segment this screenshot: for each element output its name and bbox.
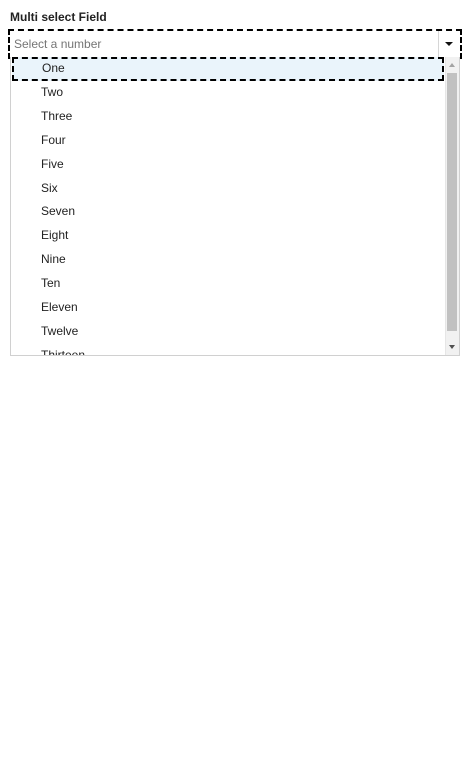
option-label: Eight [41, 228, 69, 243]
option-five[interactable]: Five [11, 153, 445, 177]
option-eight[interactable]: Eight [11, 224, 445, 248]
option-four[interactable]: Four [11, 129, 445, 153]
option-six[interactable]: Six [11, 177, 445, 201]
scrollbar-thumb[interactable] [447, 73, 457, 331]
option-label: Six [41, 180, 58, 195]
option-label: Four [41, 132, 66, 147]
option-label: Seven [41, 204, 76, 219]
option-label: Five [41, 156, 64, 171]
chevron-down-icon [445, 42, 453, 46]
option-nine[interactable]: Nine [11, 248, 445, 272]
option-label: Three [41, 108, 73, 123]
scroll-down-arrow-icon[interactable] [449, 345, 455, 349]
option-label: Two [41, 84, 64, 99]
option-label: Thirteen [41, 347, 86, 356]
multi-select-input[interactable] [14, 31, 434, 57]
option-ten[interactable]: Ten [11, 272, 445, 296]
option-thirteen[interactable]: Thirteen [11, 344, 445, 356]
option-two[interactable]: Two [11, 81, 445, 105]
option-label: Eleven [41, 300, 78, 314]
option-eleven[interactable]: Eleven [11, 296, 445, 320]
dropdown-toggle-button[interactable] [438, 31, 460, 57]
option-label: One [42, 61, 65, 75]
option-label: Twelve [41, 323, 79, 338]
scroll-up-arrow-icon[interactable] [449, 63, 455, 67]
multi-select-field-label: Multi select Field [10, 10, 107, 24]
option-twelve[interactable]: Twelve [11, 320, 445, 344]
option-label: Nine [41, 252, 66, 267]
option-label: Ten [41, 276, 61, 291]
option-seven[interactable]: Seven [11, 200, 445, 224]
listbox-scrollbar[interactable] [445, 57, 459, 355]
multi-select-combobox[interactable] [8, 29, 462, 59]
options-listbox[interactable]: One Two Three Four Five Six Seven Eight … [10, 57, 460, 356]
option-three[interactable]: Three [11, 105, 445, 129]
option-one[interactable]: One [12, 57, 444, 81]
